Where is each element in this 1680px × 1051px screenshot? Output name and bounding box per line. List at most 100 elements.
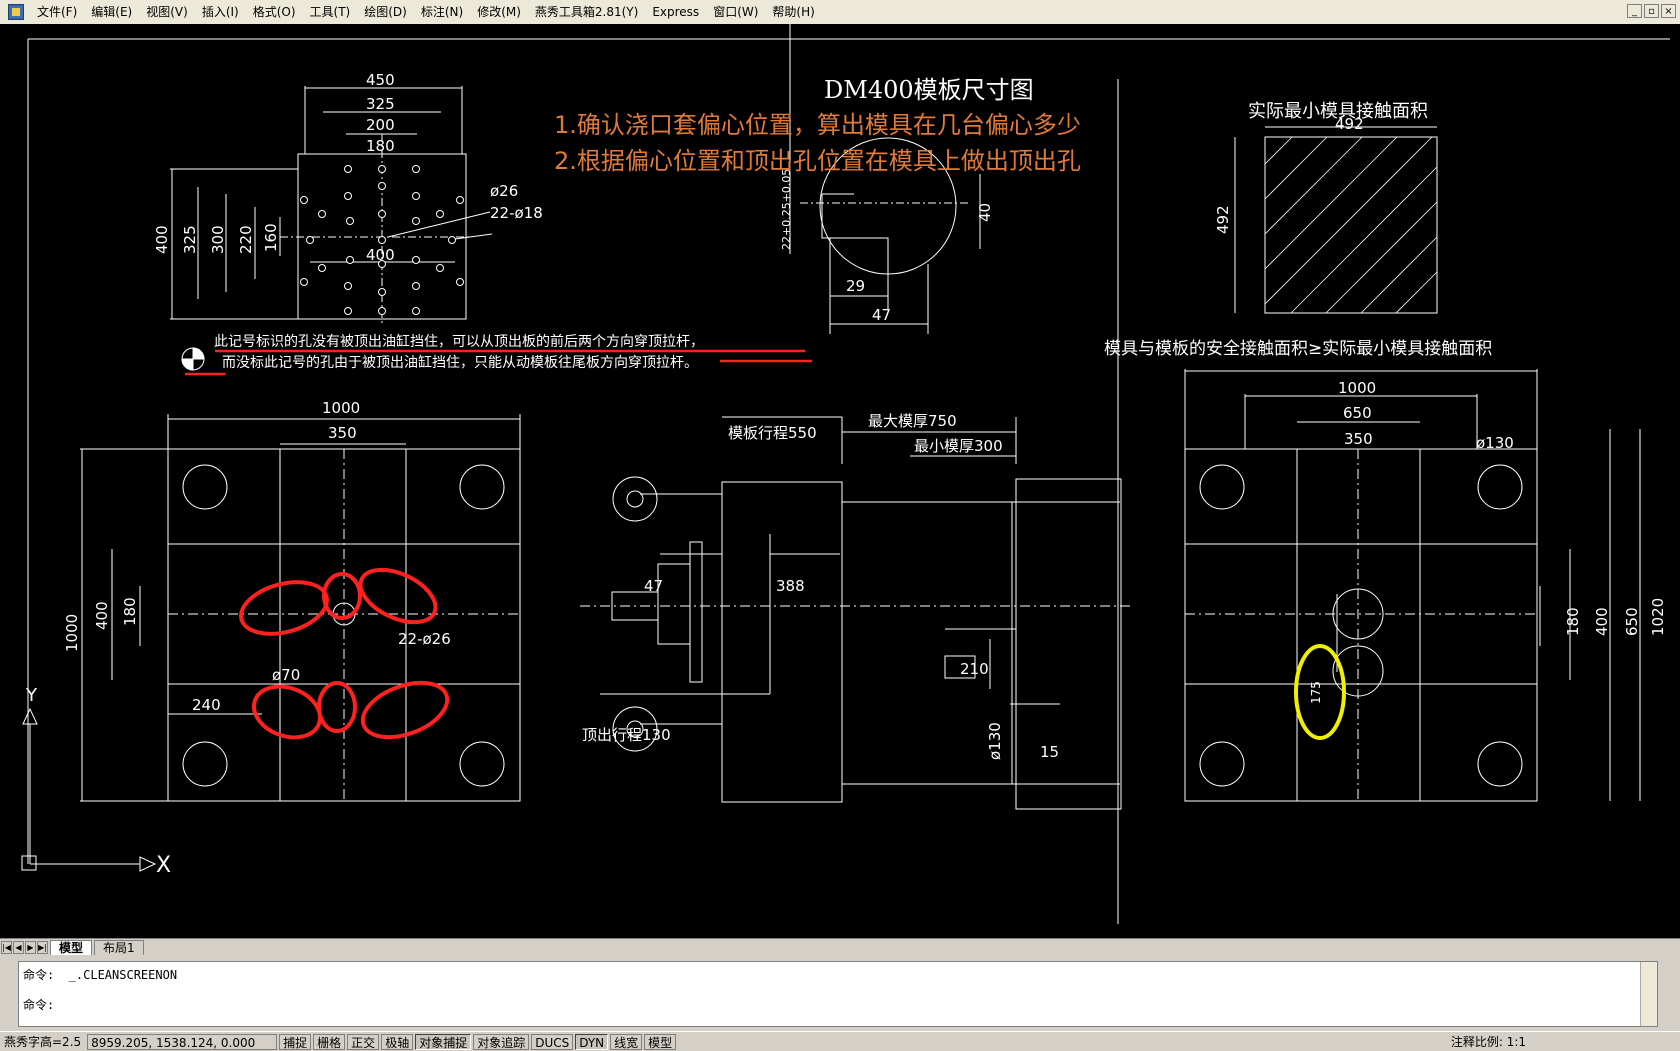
annotation-scale[interactable]: 注释比例: 1:1 [1447,1033,1530,1050]
dim-1000-right: 1000 [1338,379,1376,397]
dim-47-side: 47 [644,577,663,595]
dim-325: 325 [366,95,395,113]
dim-200: 200 [366,116,395,134]
tab-first-arrow-icon[interactable]: |◀ [1,941,12,954]
dim-15: 15 [1040,743,1059,761]
dim-1000-left: 1000 [322,399,360,417]
legend-line1: 此记号标识的孔没有被顶出油缸挡住，可以从顶出板的前后两个方向穿顶拉杆， [214,333,704,350]
left-platen [80,414,521,802]
dim-450: 450 [366,71,395,89]
stroke-label: 模板行程550 [728,424,817,442]
command-history[interactable]: 命令: _.CLEANSCREENON 命令: [18,961,1658,1027]
text-height-status: 燕秀字高=2.5 [4,1035,82,1049]
toggle-lineweight[interactable]: 线宽 [610,1033,643,1050]
restore-button[interactable]: ▫ [1644,4,1659,18]
contact-dim-h: 492 [1214,205,1232,234]
top-ejector-view [170,86,493,324]
top-view-holes [300,165,464,315]
dim-v180-right: 180 [1564,607,1582,636]
menu-format[interactable]: 格式(O) [246,1,303,23]
dim-phi130-right: ø130 [1476,434,1514,452]
command-prompt[interactable]: 命令: [23,996,54,1013]
toggle-dyn[interactable]: DYN [575,1033,609,1050]
dim-v400-right: 400 [1593,607,1611,636]
toggle-grid[interactable]: 栅格 [313,1033,346,1050]
menu-edit[interactable]: 编辑(E) [84,1,139,23]
toggle-ducs[interactable]: DUCS [531,1033,574,1050]
right-platen [1184,369,1641,802]
tab-prev-arrow-icon[interactable]: ◀ [13,941,24,954]
dim-180: 180 [366,137,395,155]
dim-v180-left: 180 [121,597,139,626]
command-scrollbar[interactable] [1640,962,1657,1026]
tab-layout1[interactable]: 布局1 [94,939,144,956]
menu-bar: 文件(F) 编辑(E) 视图(V) 插入(I) 格式(O) 工具(T) 绘图(D… [0,0,1680,25]
app-icon[interactable] [8,4,24,20]
menu-insert[interactable]: 插入(I) [195,1,246,23]
drawing-canvas[interactable]: DM400模板尺寸图 实际最小模具接触面积 492 492 模具与模板的安全接触… [0,24,1680,938]
dim-phi130-side: ø130 [986,722,1004,760]
dim-v1020-right: 1020 [1649,598,1667,636]
dim-400h: 400 [366,246,395,264]
tab-model[interactable]: 模型 [50,939,93,956]
menu-dimension[interactable]: 标注(N) [414,1,470,23]
dim-388: 388 [776,577,805,595]
dim-holes-26: 22-ø26 [398,630,451,648]
contact-area-box [1234,126,1438,314]
toggle-model[interactable]: 模型 [644,1033,677,1050]
dim-175: 175 [1309,681,1323,704]
cad-drawing: DM400模板尺寸图 实际最小模具接触面积 492 492 模具与模板的安全接触… [21,24,1670,924]
command-window: 命令: _.CLEANSCREENON 命令: [0,955,1680,1031]
note-line-1: 1.确认浇口套偏心位置，算出模具在几台偏心多少 [554,111,1081,139]
safety-text: 模具与模板的安全接触面积≥实际最小模具接触面积 [1104,339,1492,359]
toggle-ortho[interactable]: 正交 [347,1033,380,1050]
menu-file[interactable]: 文件(F) [30,1,84,23]
dim-phi70: ø70 [272,666,300,684]
dim-40: 40 [976,203,994,222]
toggle-osnap[interactable]: 对象捕捉 [415,1033,472,1050]
coordinates-readout[interactable]: 8959.205, 1538.124, 0.000 [87,1033,278,1050]
dim-650-right: 650 [1343,404,1372,422]
dim-v220: 220 [237,225,255,254]
menu-view[interactable]: 视图(V) [139,1,195,23]
dim-240: 240 [192,696,221,714]
dim-v650-right: 650 [1623,607,1641,636]
menu-help[interactable]: 帮助(H) [765,1,821,23]
legend-line2: 而没标此记号的孔由于被顶出油缸挡住，只能从动模板往尾板方向穿顶拉杆。 [222,354,698,371]
min-thickness-label: 最小模厚300 [914,437,1003,455]
close-button[interactable]: × [1661,4,1676,18]
minimize-button[interactable]: _ [1627,4,1642,18]
dim-v400: 400 [153,225,171,254]
note-line-2: 2.根据偏心位置和顶出孔位置在模具上做出顶出孔 [554,147,1081,175]
menu-express[interactable]: Express [645,1,706,23]
toggle-snap[interactable]: 捕捉 [279,1033,312,1050]
dim-v325: 325 [181,225,199,254]
command-line-1: 命令: _.CLEANSCREENON [23,968,178,982]
max-thickness-label: 最大模厚750 [868,412,957,430]
red-annotations [185,349,812,740]
layout-tab-bar: |◀ ◀ ▶ ▶| 模型 布局1 [0,938,1680,956]
dim-210: 210 [960,660,989,678]
tab-last-arrow-icon[interactable]: ▶| [37,941,48,954]
toggle-polar[interactable]: 极轴 [381,1033,414,1050]
menu-tools[interactable]: 工具(T) [303,1,358,23]
menu-window[interactable]: 窗口(W) [706,1,765,23]
ucs-icon [21,707,157,872]
dim-v1000-left: 1000 [63,614,81,652]
dim-tolerance: 22+0.25+0.05 [780,169,793,250]
dim-29: 29 [846,277,865,295]
dim-350-left: 350 [328,424,357,442]
dim-47: 47 [872,306,891,324]
contact-dim-w: 492 [1335,115,1364,133]
toggle-otrack[interactable]: 对象追踪 [473,1033,530,1050]
tab-next-arrow-icon[interactable]: ▶ [25,941,36,954]
dim-350-right: 350 [1344,430,1373,448]
nozzle-detail [789,24,981,334]
legend-marker-icon [181,347,205,371]
menu-draw[interactable]: 绘图(D) [357,1,414,23]
menu-modify[interactable]: 修改(M) [470,1,528,23]
ejector-stroke-label: 顶出行程130 [582,726,671,744]
dim-v300: 300 [209,225,227,254]
contact-hatch [1264,136,1438,314]
menu-yanxiu-toolbox[interactable]: 燕秀工具箱2.81(Y) [528,1,645,23]
